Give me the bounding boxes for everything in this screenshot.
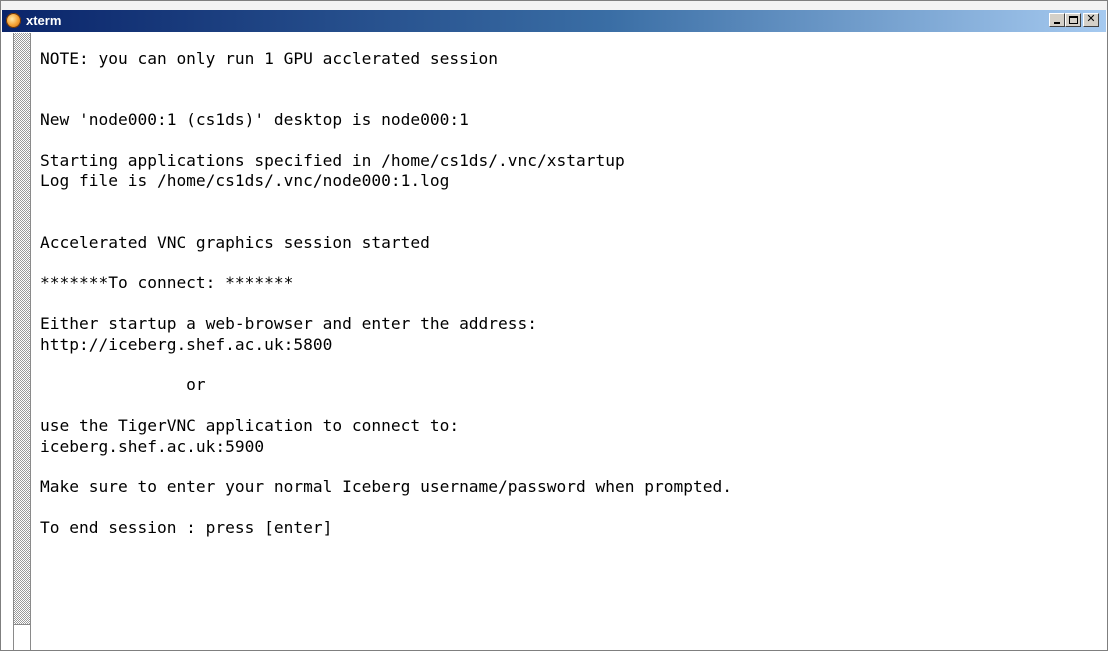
- maximize-icon: [1069, 16, 1078, 24]
- terminal-line: iceberg.shef.ac.uk:5900: [40, 436, 265, 456]
- title-bar[interactable]: xterm ✕: [2, 10, 1106, 32]
- close-icon: ✕: [1086, 12, 1096, 25]
- minimize-button[interactable]: [1049, 13, 1065, 27]
- terminal-line: Accelerated VNC graphics session started: [40, 232, 430, 252]
- terminal-line: use the TigerVNC application to connect …: [40, 416, 460, 436]
- xterm-window: xterm ✕ NOTE: you can only run 1 GPU acc…: [0, 0, 1108, 651]
- terminal-line: Log file is /home/cs1ds/.vnc/node000:1.l…: [40, 171, 450, 191]
- window-title: xterm: [26, 13, 62, 28]
- terminal-line: Starting applications specified in /home…: [40, 151, 625, 170]
- terminal-line: To end session : press [enter]: [40, 518, 333, 538]
- scrollbar-thumb[interactable]: [14, 624, 30, 650]
- minimize-icon: [1054, 22, 1060, 24]
- xterm-icon[interactable]: [6, 13, 21, 28]
- terminal-line: http://iceberg.shef.ac.uk:5800: [40, 334, 333, 354]
- terminal-line: Either startup a web-browser and enter t…: [40, 314, 538, 334]
- terminal-line: *******To connect: *******: [40, 273, 294, 293]
- close-button[interactable]: ✕: [1083, 12, 1099, 27]
- background-window-edge: [1, 1, 1107, 10]
- terminal-scrollbar[interactable]: [13, 33, 31, 650]
- terminal-line: NOTE: you can only run 1 GPU acclerated …: [40, 49, 499, 68]
- maximize-button[interactable]: [1065, 13, 1081, 27]
- terminal-line: Make sure to enter your normal Iceberg u…: [40, 477, 732, 497]
- terminal-output[interactable]: NOTE: you can only run 1 GPU acclerated …: [40, 49, 1107, 650]
- terminal-line: New 'node000:1 (cs1ds)' desktop is node0…: [40, 110, 469, 130]
- terminal-line: or: [40, 375, 206, 395]
